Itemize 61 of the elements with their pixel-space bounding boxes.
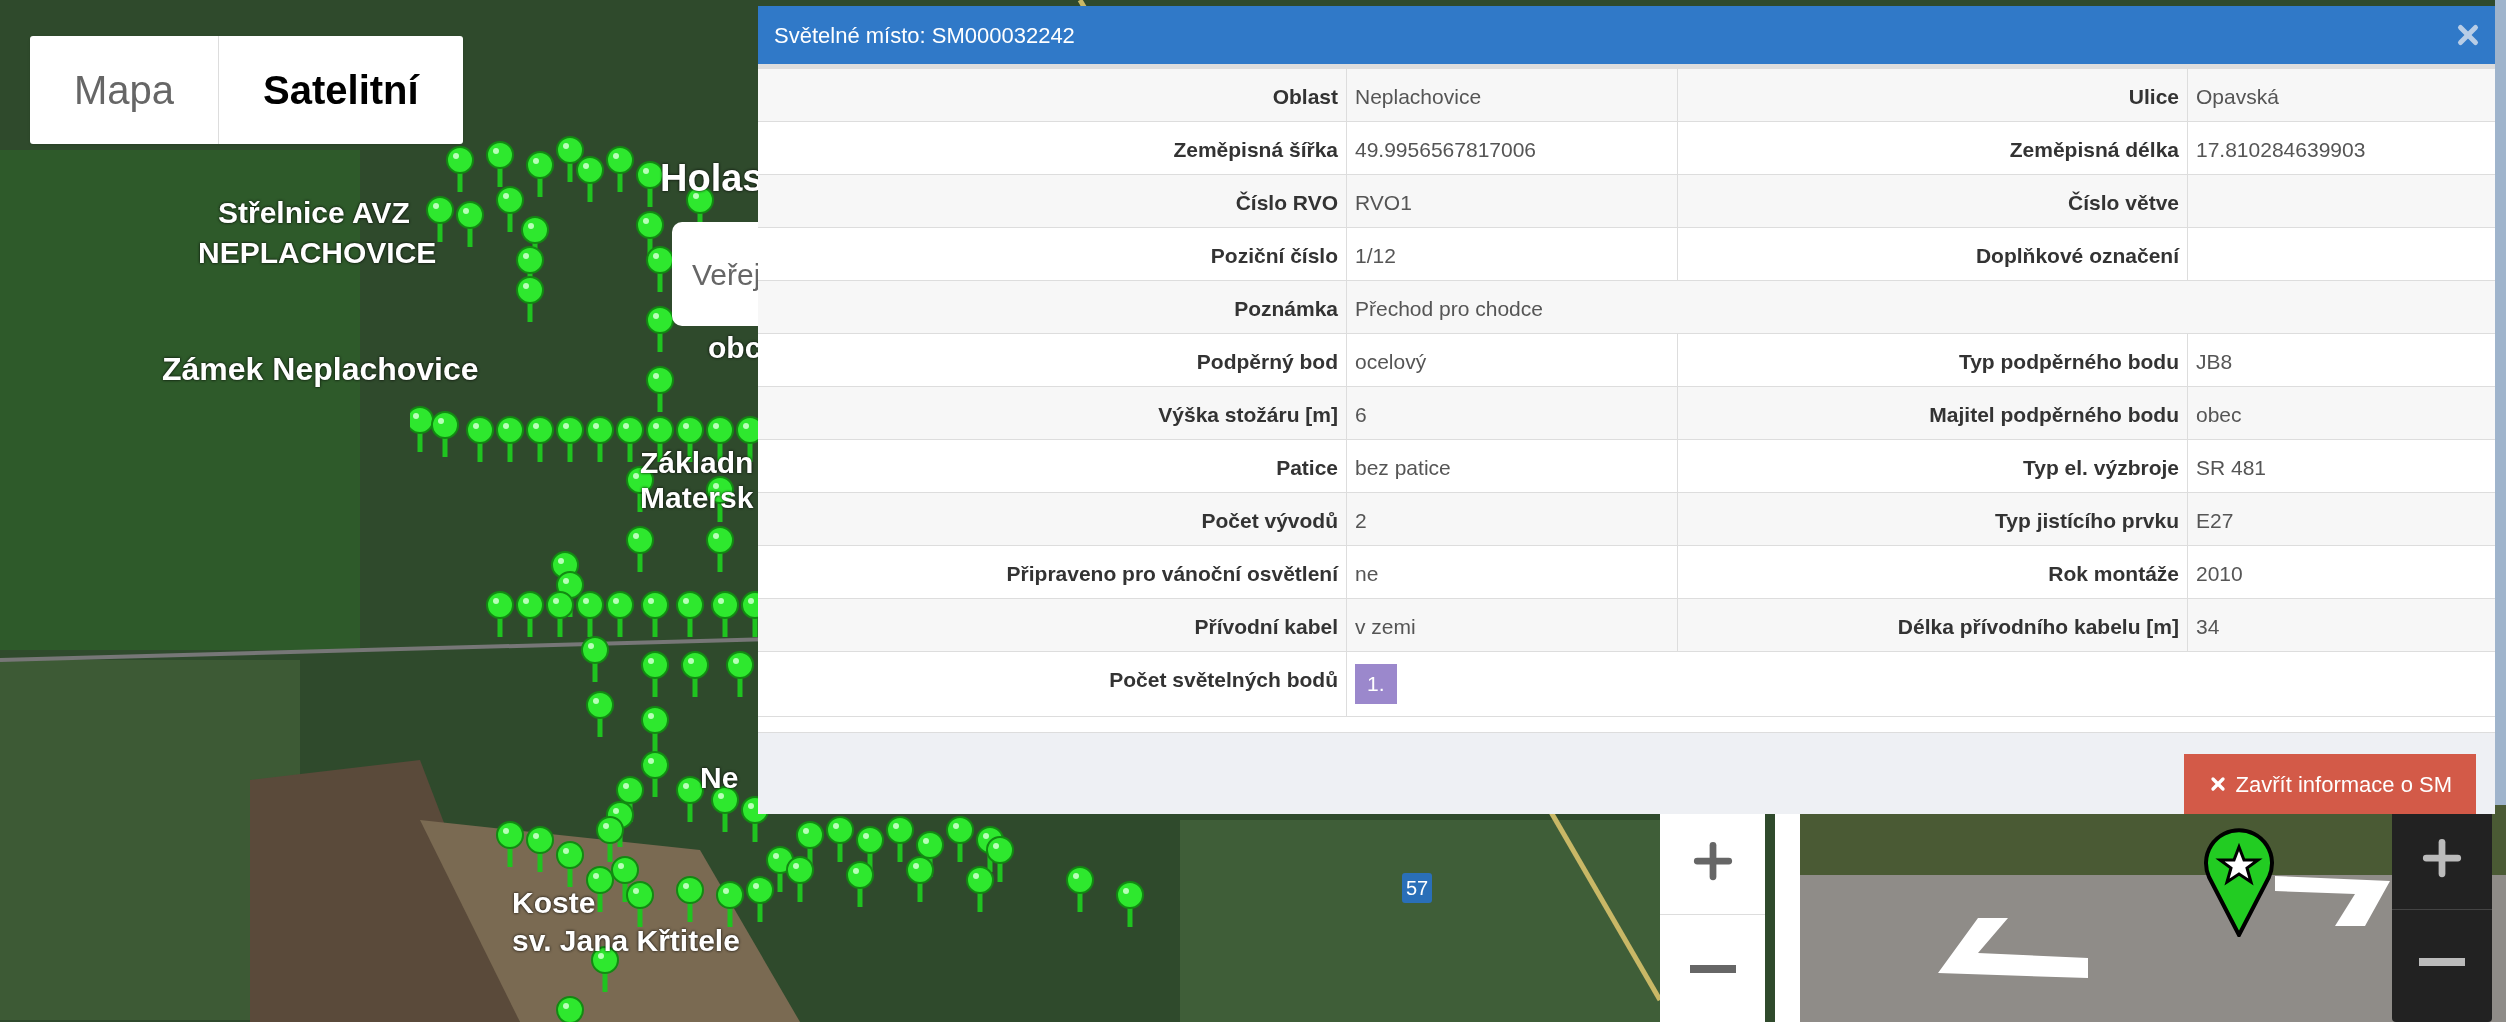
map-type-tab[interactable]: Satelitní (218, 36, 463, 144)
field-value: 6 (1355, 403, 1367, 426)
field-label: Délka přívodního kabelu [m] (1897, 615, 2179, 638)
field-value: 34 (2196, 615, 2220, 638)
field-label: Doplňkové označení (1975, 244, 2179, 267)
map-label: sv. Jana Křtitele (512, 923, 740, 959)
field-label: Poziční číslo (1210, 244, 1338, 267)
map-label: Ne (700, 760, 739, 796)
field-value: 2 (1355, 509, 1367, 532)
field-value: 17.810284639903 (2196, 138, 2366, 161)
field-value: SR 481 (2196, 456, 2267, 479)
field-value: Neplachovice (1355, 85, 1482, 108)
minus-icon (2419, 958, 2465, 966)
field-label: Podpěrný bod (1196, 350, 1338, 373)
field-label: Typ jistícího prvku (1995, 509, 2179, 532)
field-value: v zemi (1355, 615, 1416, 638)
field-value: ne (1355, 562, 1379, 585)
map-label: Holas (660, 156, 764, 201)
field-label: Zeměpisná šířka (1173, 138, 1338, 161)
field-value: E27 (2196, 509, 2234, 532)
map-label: Základn (640, 445, 754, 481)
map-label: Zámek Neplachovice (162, 350, 479, 389)
field-value: Opavská (2196, 85, 2279, 108)
field-label: Číslo RVO (1235, 191, 1338, 214)
field-label: Rok montáže (2048, 562, 2179, 585)
dialog-title: Světelné místo: SM000032242 (774, 21, 1075, 50)
map-label: Matersk (640, 480, 754, 516)
field-label: Poznámka (1234, 297, 1338, 320)
field-value: RVO1 (1355, 191, 1412, 214)
map-label: Koste (512, 885, 596, 921)
field-value: 1/12 (1355, 244, 1396, 267)
field-value: obec (2196, 403, 2242, 426)
road-number-badge: 57 (1402, 873, 1433, 903)
field-value: bez patice (1355, 456, 1451, 479)
map-marker-star-icon (2203, 827, 2275, 937)
field-label: Oblast (1272, 85, 1338, 108)
navigation-arrow-icon (1938, 918, 2088, 980)
field-label: Výška stožáru [m] (1158, 403, 1338, 426)
map-label: NEPLACHOVICE (198, 235, 437, 271)
field-label: Číslo větve (2068, 191, 2179, 214)
field-label: Přívodní kabel (1194, 615, 1338, 638)
map-label: Střelnice AVZ (218, 195, 410, 231)
field-label: Patice (1276, 456, 1338, 479)
light-point-badge[interactable]: 1. (1355, 664, 1397, 704)
field-value: Přechod pro chodce (1355, 297, 1543, 320)
map-label: obc (708, 330, 762, 366)
field-value: ocelový (1355, 350, 1427, 373)
field-label: Počet vývodů (1201, 509, 1338, 532)
field-value: 2010 (2196, 562, 2243, 585)
map-type-tab[interactable]: Mapa (30, 36, 219, 144)
field-label: Majitel podpěrného bodu (1929, 403, 2179, 426)
field-value: JB8 (2196, 350, 2233, 373)
minus-icon (1689, 964, 1736, 973)
field-label: Počet světelných bodů (1109, 668, 1338, 691)
field-value: 49.9956567817006 (1355, 138, 1537, 161)
field-label: Typ podpěrného bodu (1958, 350, 2179, 373)
field-label: Připraveno pro vánoční osvětlení (1006, 562, 1338, 585)
field-label: Zeměpisná délka (2009, 138, 2179, 161)
close-info-button[interactable]: Zavřít informace o SM (2183, 754, 2476, 814)
field-label: Ulice (2128, 85, 2179, 108)
field-label: Typ el. výzbroje (2023, 456, 2179, 479)
